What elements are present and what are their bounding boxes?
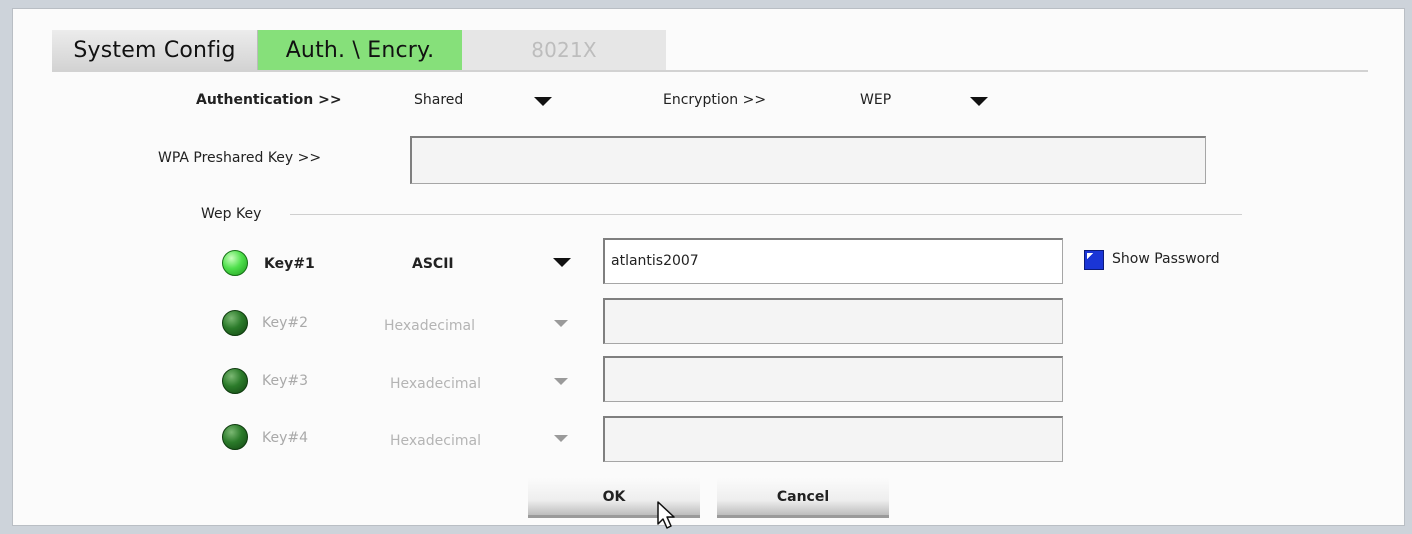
wep-key-group-label: Wep Key [201, 206, 262, 222]
wpa-preshared-key-label: WPA Preshared Key >> [158, 150, 322, 166]
key1-label: Key#1 [264, 256, 315, 272]
encryption-select-value[interactable]: WEP [860, 92, 891, 108]
key4-input[interactable] [603, 416, 1063, 462]
key4-radio-icon[interactable] [222, 424, 248, 450]
key4-type-select[interactable]: Hexadecimal [390, 433, 481, 449]
tab-8021x[interactable]: 8021X [462, 30, 666, 70]
authentication-label: Authentication >> [196, 92, 342, 108]
key2-type-dropdown-arrow-icon[interactable] [554, 320, 568, 327]
key3-type-select[interactable]: Hexadecimal [390, 376, 481, 392]
key1-input[interactable] [603, 238, 1063, 284]
key4-type-dropdown-arrow-icon[interactable] [554, 435, 568, 442]
tab-bar: System Config Auth. \ Encry. 8021X [52, 30, 666, 70]
key3-label: Key#3 [262, 373, 309, 389]
key2-radio-icon[interactable] [222, 310, 248, 336]
mouse-cursor-icon [657, 501, 675, 529]
encryption-label: Encryption >> [663, 92, 767, 108]
tab-divider [52, 70, 1368, 72]
cancel-button[interactable]: Cancel [717, 478, 889, 518]
key3-input[interactable] [603, 356, 1063, 402]
key4-label: Key#4 [262, 430, 309, 446]
show-password-label[interactable]: Show Password [1112, 251, 1220, 267]
encryption-dropdown-arrow-icon[interactable] [970, 97, 988, 106]
tab-auth-encry[interactable]: Auth. \ Encry. [258, 30, 462, 70]
wpa-preshared-key-input[interactable] [410, 136, 1206, 184]
key3-type-dropdown-arrow-icon[interactable] [554, 378, 568, 385]
wep-key-group-line [290, 214, 1242, 215]
show-password-checkbox[interactable] [1084, 250, 1104, 270]
key2-type-select[interactable]: Hexadecimal [384, 318, 475, 334]
key1-type-dropdown-arrow-icon[interactable] [553, 258, 571, 267]
key3-radio-icon[interactable] [222, 368, 248, 394]
key2-input[interactable] [603, 298, 1063, 344]
key2-label: Key#2 [262, 315, 309, 331]
key1-type-select[interactable]: ASCII [412, 256, 454, 272]
authentication-dropdown-arrow-icon[interactable] [534, 97, 552, 106]
tab-system-config[interactable]: System Config [52, 30, 258, 70]
authentication-select-value[interactable]: Shared [414, 92, 463, 108]
key1-radio-icon[interactable] [222, 250, 248, 276]
